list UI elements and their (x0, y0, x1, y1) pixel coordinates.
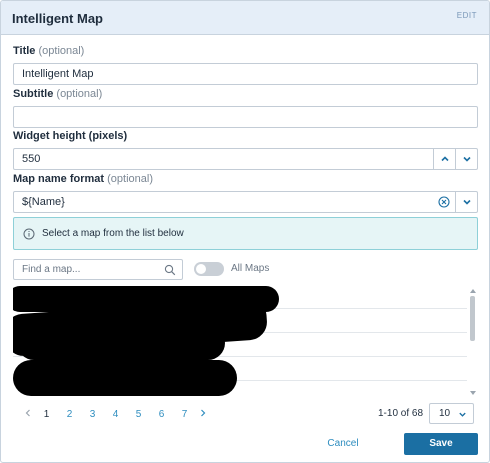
widget-height-label: Widget height (pixels) (13, 130, 128, 142)
page-size-select[interactable]: 10 (429, 403, 474, 424)
map-list (13, 286, 478, 398)
cancel-button[interactable]: Cancel (311, 433, 375, 455)
subtitle-input[interactable] (13, 106, 478, 128)
page-5[interactable]: 5 (127, 409, 150, 420)
title-label: Title (optional) (13, 45, 84, 57)
pagination-range: 1-10 of 68 (378, 408, 424, 419)
map-name-format-input[interactable]: ${Name} (13, 191, 478, 213)
panel-header: Intelligent Map EDIT (1, 1, 489, 35)
redaction-mark (17, 326, 225, 360)
save-button[interactable]: Save (404, 433, 478, 455)
list-scrollbar[interactable] (468, 286, 478, 398)
page-size-value: 10 (439, 408, 451, 419)
pagination: 1 2 3 4 5 6 7 (21, 406, 210, 422)
chevron-down-icon (462, 199, 471, 205)
all-maps-toggle[interactable] (194, 262, 224, 276)
chevron-right-icon (201, 409, 206, 416)
clear-button[interactable] (433, 191, 455, 213)
page-3[interactable]: 3 (81, 409, 104, 420)
page-6[interactable]: 6 (150, 409, 173, 420)
subtitle-label-text: Subtitle (13, 88, 54, 100)
page-1[interactable]: 1 (35, 409, 58, 420)
map-name-format-dropdown-button[interactable] (455, 191, 477, 213)
info-icon (23, 228, 35, 240)
scroll-down-arrow[interactable] (470, 391, 476, 395)
panel-title: Intelligent Map (12, 11, 103, 26)
chevron-down-icon (462, 156, 471, 162)
all-maps-label: All Maps (231, 263, 270, 274)
toggle-knob (196, 264, 206, 274)
edit-link[interactable]: EDIT (457, 11, 477, 20)
title-input[interactable]: Intelligent Map (13, 63, 478, 85)
map-name-format-value: ${Name} (22, 196, 65, 208)
title-label-text: Title (13, 45, 36, 57)
map-search-input[interactable]: Find a map... (13, 259, 183, 280)
next-page-button[interactable] (196, 409, 210, 420)
widget-settings-panel: Intelligent Map EDIT Title (optional) In… (0, 0, 490, 463)
scroll-thumb[interactable] (470, 296, 475, 341)
subtitle-label: Subtitle (optional) (13, 88, 102, 100)
page-7[interactable]: 7 (173, 409, 196, 420)
scroll-up-arrow[interactable] (470, 289, 476, 293)
map-name-format-label: Map name format (optional) (13, 173, 153, 185)
title-optional-hint: (optional) (38, 45, 85, 57)
search-icon (164, 264, 176, 276)
increment-button[interactable] (433, 148, 455, 170)
chevron-left-icon (25, 409, 30, 416)
page-4[interactable]: 4 (104, 409, 127, 420)
prev-page-button[interactable] (21, 409, 35, 420)
page-2[interactable]: 2 (58, 409, 81, 420)
clear-circle-icon (438, 196, 450, 208)
widget-height-value: 550 (22, 153, 41, 165)
subtitle-optional-hint: (optional) (56, 88, 103, 100)
info-message: Select a map from the list below (13, 217, 478, 250)
redaction-mark (13, 360, 237, 396)
map-name-format-label-text: Map name format (13, 173, 105, 185)
info-text: Select a map from the list below (42, 228, 184, 239)
chevron-up-icon (440, 156, 449, 162)
decrement-button[interactable] (455, 148, 477, 170)
map-search-placeholder: Find a map... (22, 264, 81, 275)
map-name-format-optional-hint: (optional) (107, 173, 153, 185)
widget-height-input[interactable]: 550 (13, 148, 478, 170)
chevron-down-icon (459, 412, 466, 417)
